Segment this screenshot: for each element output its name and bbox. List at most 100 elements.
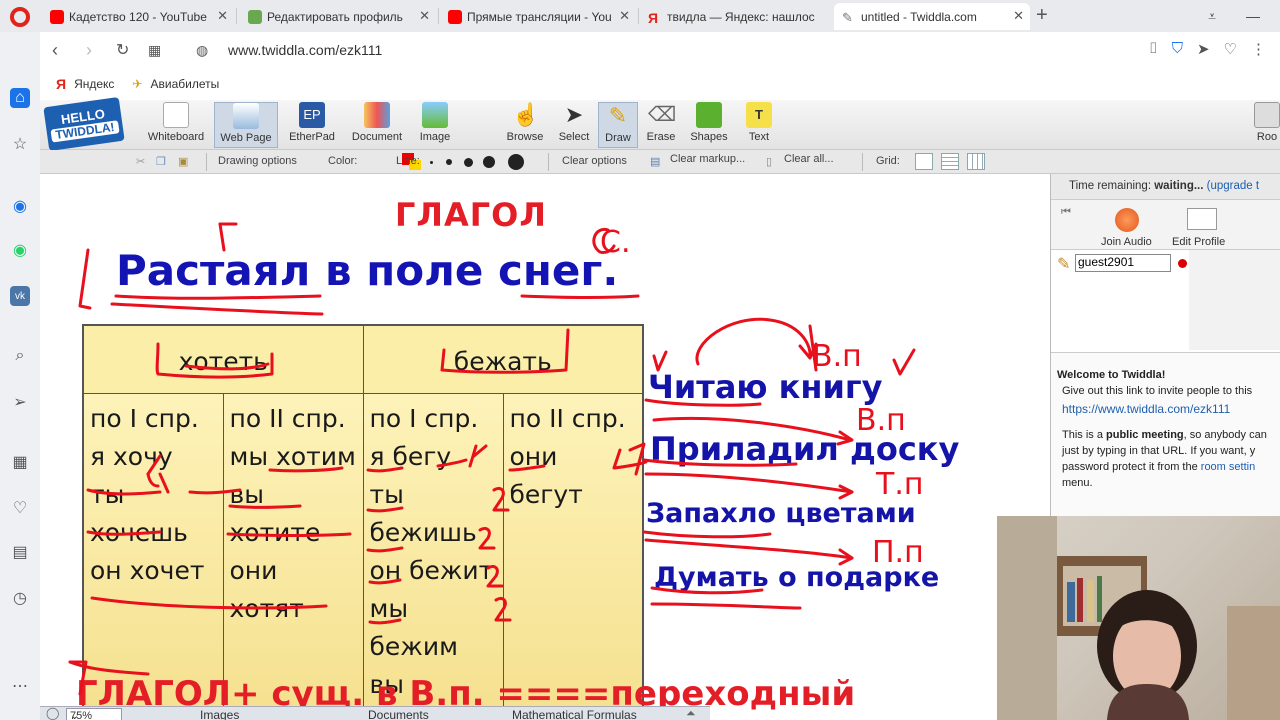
paste-icon[interactable]: ▣ [178, 155, 188, 168]
chevron-up-icon[interactable]: ⏶ [686, 706, 696, 720]
history-icon[interactable]: ◷ [10, 588, 30, 608]
tool-image[interactable]: Image [414, 102, 456, 148]
tab-yandex-search[interactable]: Я твидла — Яндекс: нашлос [640, 3, 832, 30]
cell-line: мы хотим [229, 441, 356, 471]
heart-icon[interactable]: ♡ [1224, 40, 1237, 58]
clear-markup-button[interactable]: Clear markup... [670, 153, 745, 165]
star-icon[interactable]: ☆ [10, 134, 30, 154]
profile-card-icon[interactable] [1187, 208, 1217, 230]
grid-icon[interactable]: ▦ [148, 42, 161, 59]
new-tab-button[interactable]: + [1036, 4, 1048, 27]
tab-menu-icon[interactable]: ⩡ [1208, 8, 1216, 25]
grid-none-button[interactable] [915, 153, 933, 170]
grid-squares-button[interactable] [967, 153, 985, 170]
opera-logo-icon[interactable] [10, 7, 30, 27]
camera-icon[interactable]: ⌷ [1149, 40, 1158, 58]
bookmark-aviabilety[interactable]: Авиабилеты [150, 77, 219, 91]
tool-label: Select [558, 131, 590, 143]
whiteboard-canvas[interactable]: ГЛАГОЛ Растаял в поле снег. хотеть бежат… [40, 174, 1050, 720]
info-text: menu. [1062, 477, 1093, 489]
tool-text[interactable]: T Text [740, 102, 778, 148]
flow-icon[interactable]: ➢ [10, 392, 30, 412]
welcome-info: This is a public meeting, so anybody can [1057, 427, 1280, 443]
tool-shapes[interactable]: Shapes [686, 102, 732, 148]
skip-back-icon[interactable]: ⏮ [1061, 206, 1071, 219]
clear-all-button[interactable]: Clear all... [784, 153, 834, 165]
pencil-icon: ✎ [608, 103, 628, 128]
globe-icon: ◍ [196, 42, 209, 58]
speaker-icon[interactable] [1115, 208, 1139, 232]
line-size-2[interactable] [446, 159, 452, 165]
close-icon[interactable]: ✕ [619, 8, 630, 24]
username-field[interactable]: guest2901 [1075, 254, 1171, 272]
drawing-options-bar: ✂ ❐ ▣ Drawing options Color: Line: Clear… [40, 150, 1280, 174]
tab-youtube-2[interactable]: Прямые трансляции - You ✕ [440, 3, 636, 30]
edit-profile-button[interactable]: Edit Profile [1172, 236, 1225, 248]
tool-browse[interactable]: ☝ Browse [504, 102, 546, 148]
tool-etherpad[interactable]: EP EtherPad [284, 102, 340, 148]
cell-line: они бегут [509, 441, 583, 509]
line-size-3[interactable] [464, 158, 473, 167]
reload-icon[interactable]: ↻ [116, 40, 129, 60]
send-icon[interactable]: ➤ [1197, 40, 1210, 58]
home-icon[interactable]: ⌂ [10, 88, 30, 108]
whatsapp-icon[interactable]: ◉ [10, 240, 30, 260]
room-settings-link[interactable]: room settin [1201, 461, 1255, 473]
tab-edit-profile[interactable]: Редактировать профиль ✕ [240, 3, 436, 30]
forward-icon[interactable]: › [86, 40, 92, 61]
cell-line: они хотят [229, 555, 304, 623]
upgrade-link[interactable]: (upgrade t [1207, 180, 1259, 192]
zoom-select[interactable]: 75% ⌄ [66, 708, 122, 720]
close-icon[interactable]: ✕ [1013, 8, 1024, 24]
tool-draw[interactable]: ✎ Draw [598, 102, 638, 148]
invite-link[interactable]: https://www.twiddla.com/ezk111 [1062, 402, 1230, 416]
bottom-tray: ◯ 75% ⌄ Images Documents Mathematical Fo… [40, 706, 710, 720]
cell-line: мы бежим [369, 593, 458, 661]
close-icon[interactable]: ✕ [419, 8, 430, 24]
phrase-verb: Читаю [648, 368, 768, 406]
tray-math-formulas[interactable]: Mathematical Formulas [512, 708, 637, 720]
tray-images[interactable]: Images [200, 708, 239, 720]
url-field[interactable]: www.twiddla.com/ezk111 [228, 42, 382, 58]
join-audio-button[interactable]: Join Audio [1101, 236, 1152, 248]
grid-lines-button[interactable] [941, 153, 959, 170]
twiddla-logo[interactable]: HELLO TWIDDLA! [43, 96, 125, 152]
news-icon[interactable]: ▤ [10, 542, 30, 562]
tab-youtube-1[interactable]: Кадетство 120 - YouTube ✕ [42, 3, 234, 30]
close-icon[interactable]: ✕ [217, 8, 228, 24]
messenger-icon[interactable]: ◉ [10, 196, 30, 216]
more-icon[interactable]: ⋯ [10, 676, 30, 696]
cell-line: ты хочешь [90, 479, 188, 547]
search-icon[interactable]: ◯ [46, 706, 59, 720]
time-value: waiting... [1154, 180, 1204, 192]
tool-whiteboard[interactable]: Whiteboard [144, 102, 208, 148]
status-dot [1178, 259, 1187, 268]
bookmarks-bar: Я Яндекс ✈ Авиабилеты [40, 68, 1280, 100]
tool-select[interactable]: ➤ Select [554, 102, 594, 148]
cut-icon[interactable]: ✂ [136, 155, 145, 168]
line-size-1[interactable] [430, 161, 433, 164]
tab-twiddla[interactable]: ✎ untitled - Twiddla.com ✕ [834, 3, 1030, 30]
back-icon[interactable]: ‹ [52, 40, 58, 61]
bookmark-yandex[interactable]: Яндекс [74, 77, 114, 91]
grid-label: Grid: [876, 155, 900, 167]
copy-icon[interactable]: ❐ [156, 155, 166, 168]
apps-icon[interactable]: ▦ [10, 452, 30, 472]
conjugation-table: хотеть бежать по I спр. я хочу ты хочешь… [82, 324, 644, 720]
phrase-1: Читаю книгу [648, 368, 883, 406]
line-size-4[interactable] [483, 156, 495, 168]
search-icon[interactable]: ⌕ [10, 346, 30, 366]
info-line: password protect it from the room settin [1057, 459, 1280, 475]
shield-icon[interactable]: ⛉ [1172, 40, 1183, 58]
tool-document[interactable]: Document [346, 102, 408, 148]
heart-icon[interactable]: ♡ [10, 498, 30, 518]
tool-room[interactable]: Roo [1254, 102, 1280, 148]
info-text: password protect it from the [1062, 461, 1201, 473]
tool-web-page[interactable]: Web Page [214, 102, 278, 148]
vk-icon[interactable]: vk [10, 286, 30, 306]
line-size-5[interactable] [508, 154, 524, 170]
tray-documents[interactable]: Documents [368, 708, 429, 720]
more-icon[interactable]: ⋮ [1251, 40, 1266, 58]
tool-erase[interactable]: ⌫ Erase [642, 102, 680, 148]
minimize-icon[interactable]: — [1246, 8, 1260, 24]
